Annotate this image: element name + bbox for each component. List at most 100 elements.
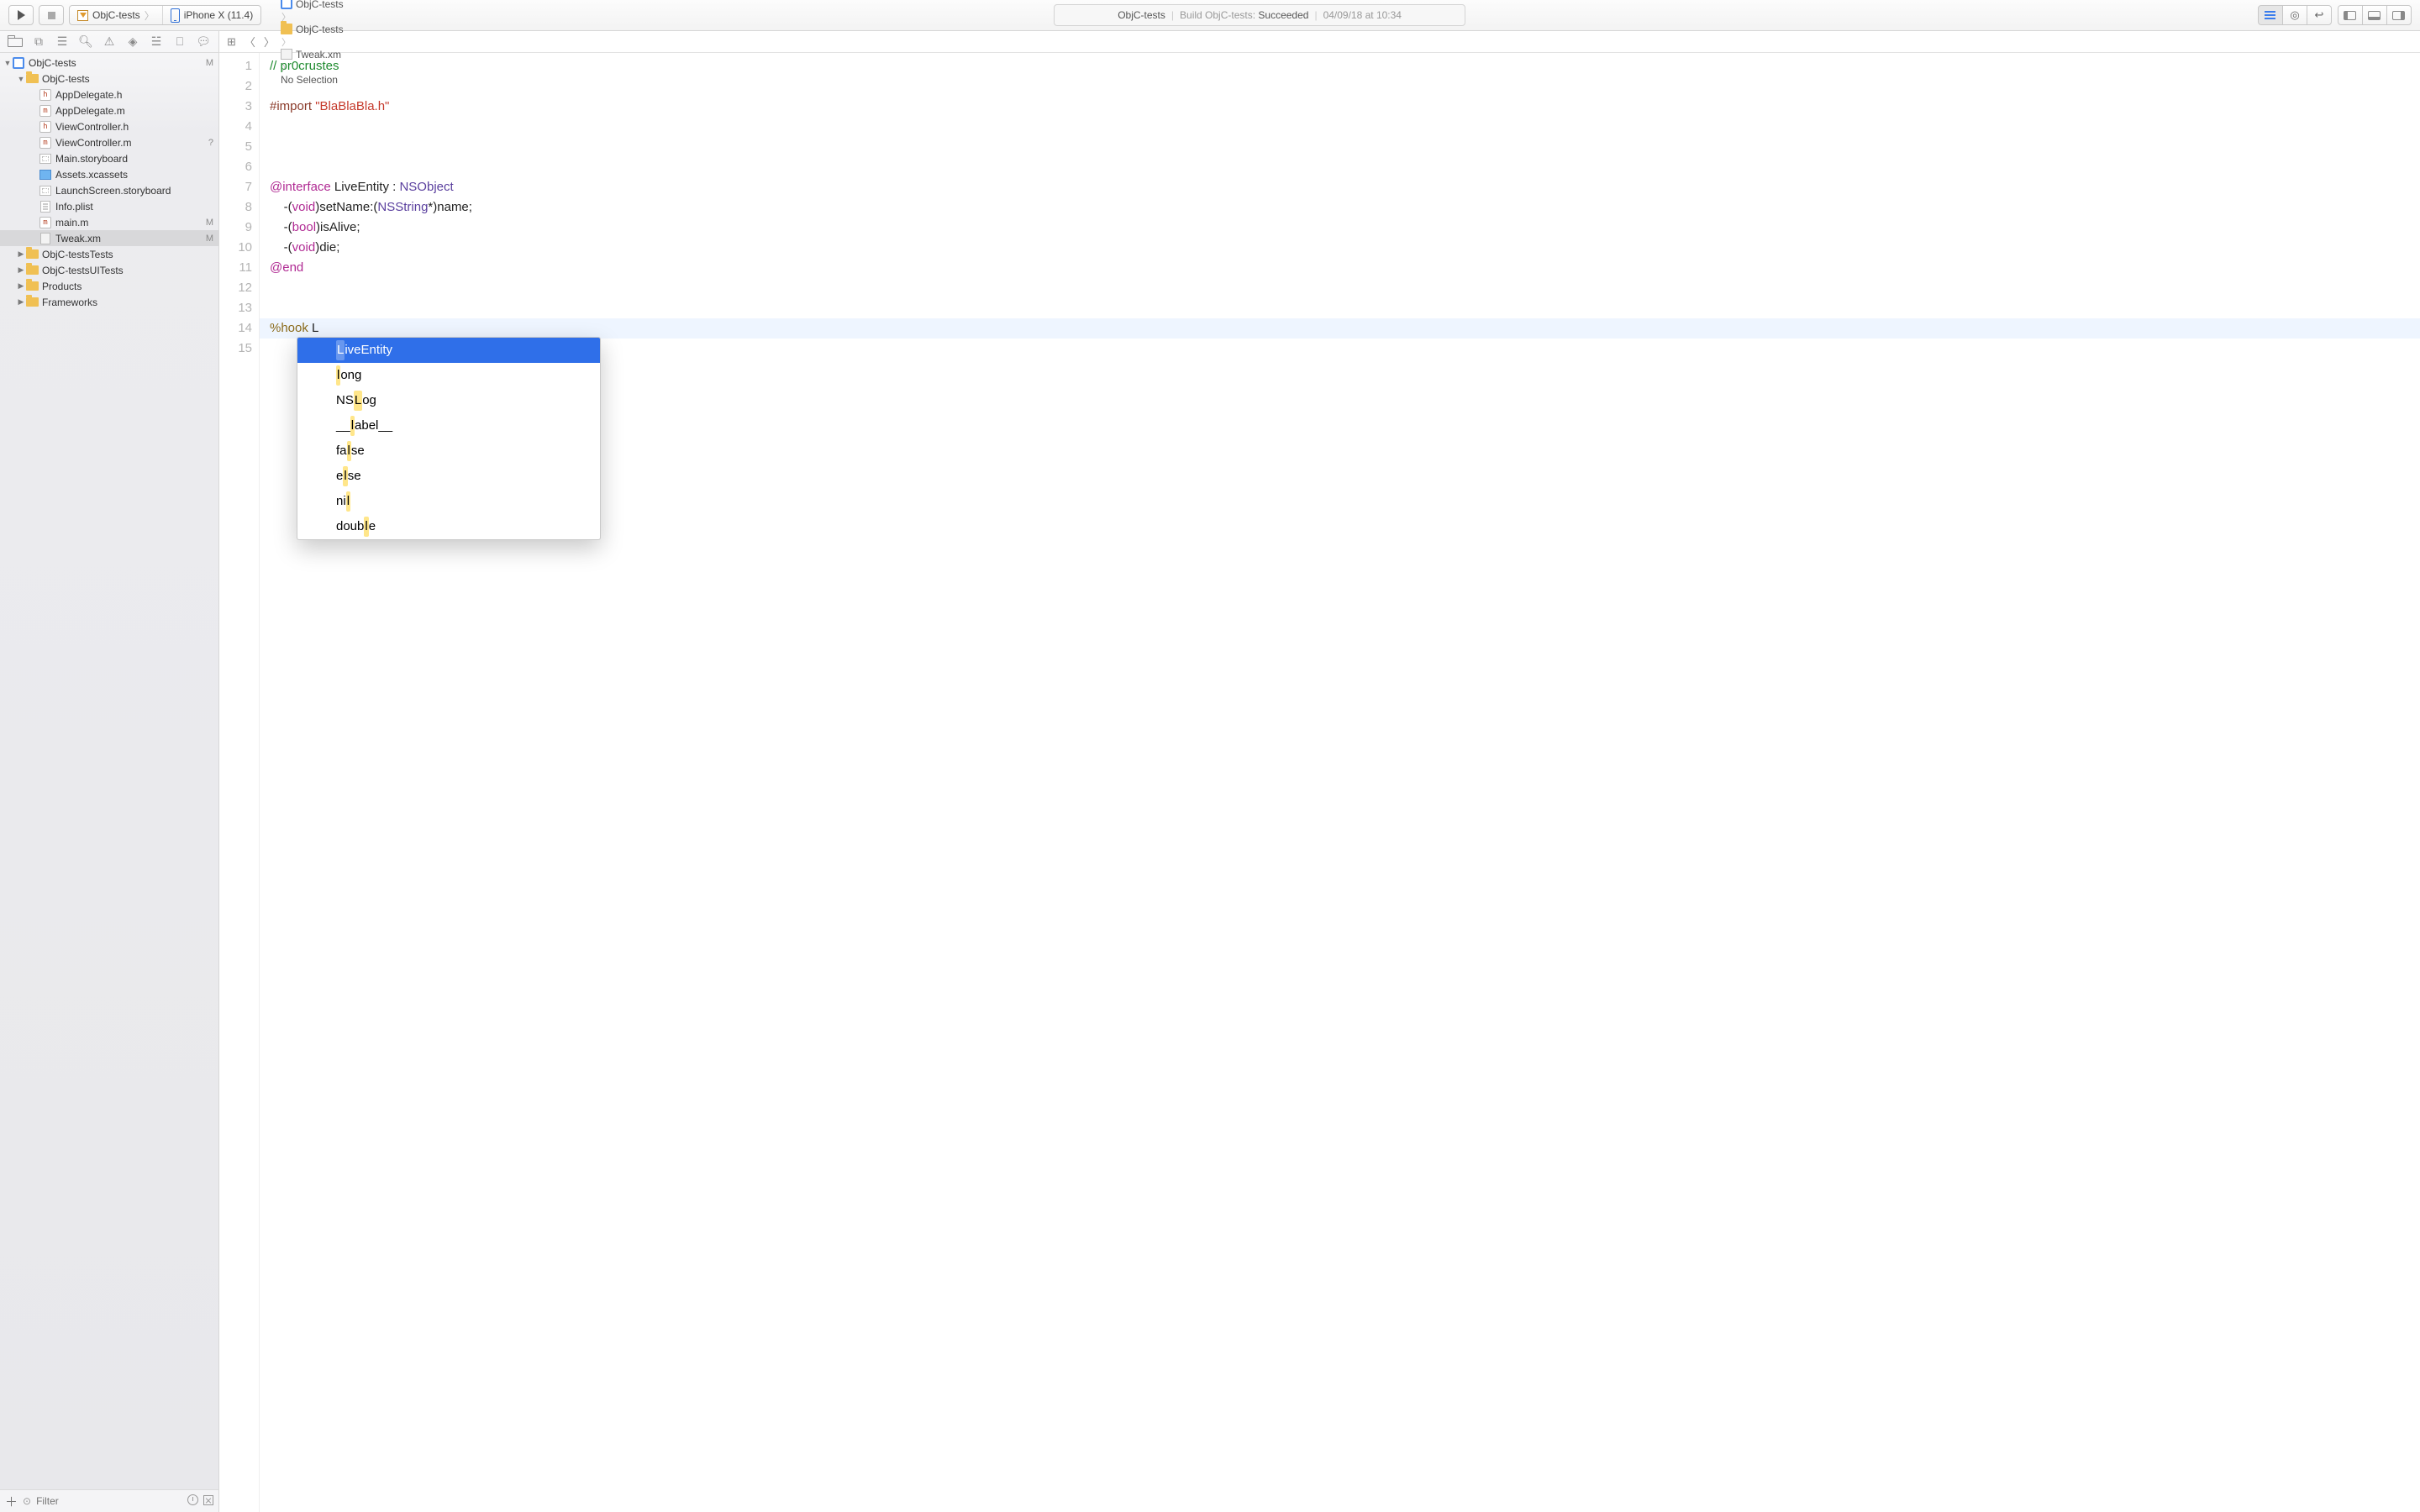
- debug-navigator-tab[interactable]: ☱: [149, 34, 164, 49]
- back-button[interactable]: 〈: [242, 34, 258, 50]
- recent-filter-icon[interactable]: [187, 1494, 198, 1508]
- code-line[interactable]: [270, 117, 2420, 137]
- forward-button[interactable]: 〉: [261, 34, 277, 50]
- autocomplete-item[interactable]: NSLog: [297, 388, 600, 413]
- tree-row[interactable]: ▶Products: [0, 278, 218, 294]
- filter-scope-icon[interactable]: ⊙: [23, 1495, 31, 1507]
- version-editor-icon: ↩︎: [2315, 8, 2324, 22]
- tree-row[interactable]: ▶hAppDelegate.h: [0, 87, 218, 102]
- filter-input[interactable]: [36, 1495, 182, 1507]
- disclosure-icon[interactable]: ▶: [17, 297, 25, 307]
- sb-file-icon: [39, 154, 51, 164]
- issue-navigator-tab[interactable]: ⚠︎: [102, 34, 117, 49]
- autocomplete-item[interactable]: nil: [297, 489, 600, 514]
- panel-left-icon: [2344, 11, 2356, 20]
- tree-row[interactable]: ▶LaunchScreen.storyboard: [0, 182, 218, 198]
- jump-bar-segment[interactable]: ObjC-tests: [281, 0, 344, 10]
- code-area[interactable]: 123456789101112131415 // pr0crustes #imp…: [219, 53, 2420, 1512]
- autocomplete-item[interactable]: false: [297, 438, 600, 464]
- scm-badge: M: [203, 58, 213, 68]
- tree-row[interactable]: ▶hViewController.h: [0, 118, 218, 134]
- add-button[interactable]: ＋: [5, 1493, 18, 1510]
- scheme-target: ObjC-tests: [92, 9, 140, 21]
- code-line[interactable]: -(bool)isAlive;: [270, 218, 2420, 238]
- code-text[interactable]: // pr0crustes #import "BlaBlaBla.h" @int…: [260, 53, 2420, 1512]
- disclosure-icon[interactable]: ▼: [3, 59, 12, 67]
- toggle-utilities-button[interactable]: [2386, 5, 2412, 25]
- stop-button[interactable]: [39, 5, 64, 25]
- code-line[interactable]: [270, 137, 2420, 157]
- autocomplete-popup: LiveEntitylongNSLog__label__falseelsenil…: [297, 337, 601, 540]
- tree-row[interactable]: ▶Main.storyboard: [0, 150, 218, 166]
- test-navigator-tab[interactable]: ◈: [125, 34, 140, 49]
- jump-bar-segment[interactable]: ObjC-tests: [281, 24, 344, 35]
- code-line[interactable]: -(void)setName:(NSString*)name;: [270, 197, 2420, 218]
- tree-row[interactable]: ▶mmain.mM: [0, 214, 218, 230]
- autocomplete-item[interactable]: else: [297, 464, 600, 489]
- disclosure-icon[interactable]: ▼: [17, 75, 25, 83]
- code-line[interactable]: [270, 157, 2420, 177]
- scm-filter-icon[interactable]: [203, 1495, 213, 1508]
- code-line[interactable]: -(void)die;: [270, 238, 2420, 258]
- disclosure-icon[interactable]: ▶: [17, 265, 25, 275]
- tree-row-label: AppDelegate.m: [55, 105, 213, 117]
- code-line[interactable]: // pr0crustes: [270, 56, 2420, 76]
- autocomplete-item[interactable]: double: [297, 514, 600, 539]
- fold-file-icon: [26, 281, 39, 291]
- autocomplete-item[interactable]: LiveEntity: [297, 338, 600, 363]
- xc-file-icon: [39, 170, 51, 180]
- symbol-navigator-tab[interactable]: ☰: [55, 34, 70, 49]
- tree-row[interactable]: ▶mAppDelegate.m: [0, 102, 218, 118]
- code-line[interactable]: [270, 76, 2420, 97]
- code-line[interactable]: [270, 278, 2420, 298]
- m-file-icon: m: [39, 137, 51, 149]
- version-editor-button[interactable]: ↩︎: [2307, 5, 2332, 25]
- tree-row[interactable]: ▶Tweak.xmM: [0, 230, 218, 246]
- xm-file-icon: [40, 233, 50, 244]
- tree-row-label: Tweak.xm: [55, 233, 203, 244]
- related-items-button[interactable]: ⊞: [224, 35, 239, 49]
- tree-row-label: ViewController.m: [55, 137, 205, 149]
- tree-row[interactable]: ▶mViewController.m?: [0, 134, 218, 150]
- breakpoint-navigator-tab[interactable]: ⎕: [172, 34, 187, 49]
- line-number: 1: [219, 56, 252, 76]
- code-line[interactable]: @end: [270, 258, 2420, 278]
- standard-editor-icon: [2265, 11, 2275, 19]
- toggle-navigator-button[interactable]: [2338, 5, 2363, 25]
- code-line[interactable]: [270, 298, 2420, 318]
- tree-row[interactable]: ▶Assets.xcassets: [0, 166, 218, 182]
- assistant-editor-button[interactable]: ◎: [2282, 5, 2307, 25]
- project-navigator-tab[interactable]: [8, 35, 23, 49]
- autocomplete-item[interactable]: __label__: [297, 413, 600, 438]
- m-file-icon: m: [39, 217, 51, 228]
- autocomplete-item[interactable]: long: [297, 363, 600, 388]
- editor: ⊞ 〈 〉 ObjC-tests〉ObjC-tests〉Tweak.xm〉No …: [219, 31, 2420, 1512]
- tree-row[interactable]: ▼ObjC-tests: [0, 71, 218, 87]
- line-number: 5: [219, 137, 252, 157]
- status-activity: Build ObjC-tests:: [1180, 9, 1255, 21]
- run-button[interactable]: [8, 5, 34, 25]
- find-navigator-tab[interactable]: 🔍︎: [78, 34, 93, 49]
- tree-row[interactable]: ▶Frameworks: [0, 294, 218, 310]
- line-number: 6: [219, 157, 252, 177]
- tree-row[interactable]: ▶Info.plist: [0, 198, 218, 214]
- tree-row-label: main.m: [55, 217, 203, 228]
- code-line[interactable]: @interface LiveEntity : NSObject: [270, 177, 2420, 197]
- disclosure-icon[interactable]: ▶: [17, 281, 25, 291]
- tree-row-label: Main.storyboard: [55, 153, 213, 165]
- tree-row[interactable]: ▼ObjC-testsM: [0, 55, 218, 71]
- navigator-tabs: ⧉ ☰ 🔍︎ ⚠︎ ◈ ☱ ⎕ 💬︎: [0, 31, 218, 53]
- tree-row[interactable]: ▶ObjC-testsUITests: [0, 262, 218, 278]
- source-control-navigator-tab[interactable]: ⧉: [31, 34, 46, 49]
- scheme-selector[interactable]: ObjC-tests 〉 iPhone X (11.4): [69, 5, 261, 25]
- proj-icon: [281, 0, 292, 9]
- report-navigator-tab[interactable]: 💬︎: [196, 34, 211, 49]
- panel-bottom-icon: [2368, 11, 2381, 20]
- disclosure-icon[interactable]: ▶: [17, 249, 25, 259]
- scheme-device: iPhone X (11.4): [184, 9, 254, 21]
- standard-editor-button[interactable]: [2258, 5, 2283, 25]
- tree-row[interactable]: ▶ObjC-testsTests: [0, 246, 218, 262]
- code-line[interactable]: #import "BlaBlaBla.h": [270, 97, 2420, 117]
- toggle-debug-button[interactable]: [2362, 5, 2387, 25]
- code-line[interactable]: %hook L: [260, 318, 2420, 339]
